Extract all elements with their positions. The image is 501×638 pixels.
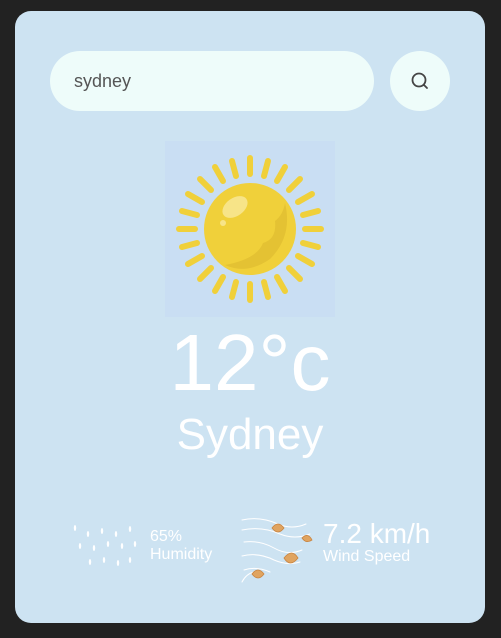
wind-detail: 7.2 km/h Wind Speed (323, 520, 430, 566)
wind-label: Wind Speed (323, 548, 411, 565)
search-input[interactable] (50, 51, 374, 111)
humidity-value: 65% (150, 528, 183, 545)
sun-icon (176, 155, 324, 303)
humidity-icon (70, 522, 140, 572)
humidity-detail: 65% Humidity (150, 528, 213, 563)
wind-value: 7.2 km/h (323, 518, 431, 549)
search-button[interactable] (390, 51, 450, 111)
weather-icon-box (165, 141, 335, 317)
wind-icon (240, 512, 315, 587)
humidity-label: Humidity (150, 545, 213, 563)
search-icon (411, 72, 428, 89)
city-name: Sydney (176, 410, 324, 459)
temperature: 12°c (169, 318, 331, 407)
weather-card: 12°c Sydney 65% Humidity (15, 11, 485, 623)
